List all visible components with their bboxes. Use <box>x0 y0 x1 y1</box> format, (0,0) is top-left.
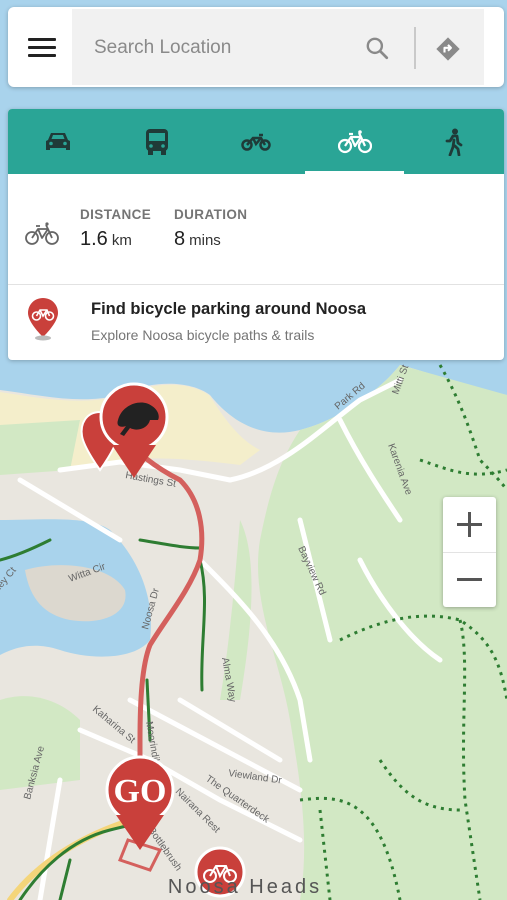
tab-walk[interactable] <box>404 109 503 174</box>
search-divider <box>414 27 416 69</box>
parking-title: Find bicycle parking around Noosa <box>91 300 367 318</box>
search-input[interactable] <box>92 31 356 65</box>
search-bar <box>8 7 504 87</box>
search-icon[interactable] <box>364 35 390 61</box>
bicycle-parking-link[interactable]: Find bicycle parking around Noosa Explor… <box>8 285 504 360</box>
distance-stat: DISTANCE 1.6 km <box>80 207 151 251</box>
duration-stat: DURATION 8 mins <box>174 207 247 251</box>
tab-car[interactable] <box>8 109 107 174</box>
tab-bus[interactable] <box>107 109 206 174</box>
directions-icon[interactable] <box>434 35 462 63</box>
bus-icon <box>145 128 168 155</box>
parking-subtitle: Explore Noosa bicycle paths & trails <box>91 327 315 343</box>
tab-motorcycle[interactable] <box>206 109 305 174</box>
bicycle-icon <box>25 222 59 245</box>
route-stats: DISTANCE 1.6 km DURATION 8 mins <box>8 174 504 285</box>
bicycle-icon <box>337 129 372 153</box>
zoom-in-button[interactable] <box>443 497 496 553</box>
menu-icon[interactable] <box>28 35 56 59</box>
zoom-controls <box>443 497 496 607</box>
motorcycle-icon <box>240 133 271 151</box>
distance-unit: km <box>111 232 132 249</box>
tab-bicycle[interactable] <box>305 109 404 174</box>
go-marker-label: GO <box>114 773 167 810</box>
route-panel: DISTANCE 1.6 km DURATION 8 mins Find bicyc… <box>8 109 504 360</box>
bike-parking-pin-icon <box>28 298 58 341</box>
search-field[interactable] <box>72 9 484 85</box>
duration-value: 8 <box>174 228 186 250</box>
car-icon <box>45 132 70 150</box>
walk-icon <box>445 128 462 156</box>
place-label: Noosa Heads <box>168 876 322 898</box>
distance-label: DISTANCE <box>80 207 152 222</box>
distance-value: 1.6 <box>80 228 108 250</box>
duration-unit: mins <box>189 232 221 249</box>
zoom-out-button[interactable] <box>443 552 496 607</box>
duration-label: DURATION <box>174 207 248 222</box>
transport-mode-tabs <box>8 109 504 174</box>
